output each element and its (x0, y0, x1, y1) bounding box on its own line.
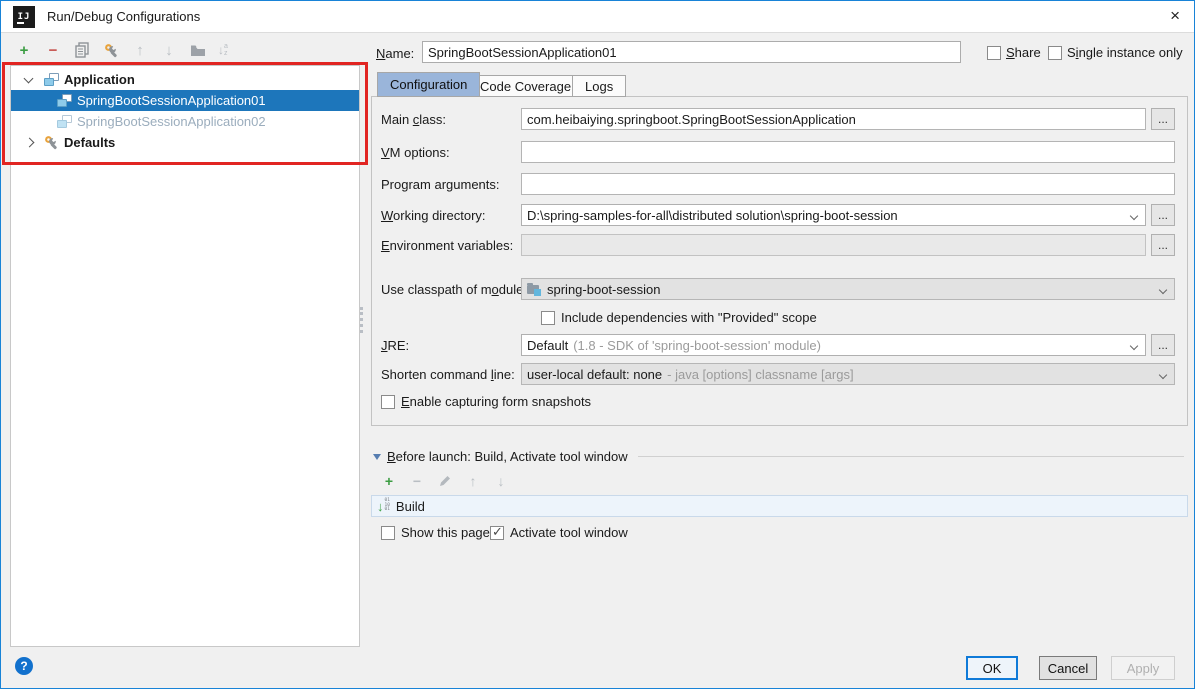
show-this-page-checkbox[interactable]: Show this page (381, 525, 490, 540)
add-configuration-button[interactable]: + (15, 41, 33, 59)
intellij-logo-icon: IJ (13, 6, 35, 28)
defaults-wrench-icon (43, 134, 60, 151)
application-run-config-icon (57, 94, 72, 107)
application-type-icon (44, 73, 59, 86)
chevron-right-icon[interactable] (25, 138, 35, 148)
edit-defaults-wrench-icon[interactable] (102, 41, 120, 59)
activate-tool-window-checkbox[interactable]: ✓ Activate tool window (490, 525, 628, 540)
tree-item-application[interactable]: Application (11, 69, 359, 90)
ok-button[interactable]: OK (966, 656, 1018, 680)
move-task-down-icon: ↓ (493, 473, 509, 489)
module-icon (527, 284, 541, 295)
copy-configuration-icon[interactable] (73, 41, 91, 59)
configurations-toolbar: + − ↑ ↓ ↓ (15, 41, 228, 59)
tab-logs[interactable]: Logs (572, 75, 626, 97)
tree-item-springbootsessionapplication02[interactable]: SpringBootSessionApplication02 (11, 111, 359, 132)
check-icon: ✓ (492, 524, 503, 540)
checkbox-box[interactable] (381, 395, 395, 409)
section-divider (638, 456, 1184, 457)
tree-item-label: SpringBootSessionApplication02 (77, 114, 266, 129)
checkbox-box[interactable]: ✓ (490, 526, 504, 540)
combo-chevron-icon[interactable] (1159, 371, 1167, 379)
folder-icon[interactable] (189, 41, 207, 59)
checkbox-box[interactable] (541, 311, 555, 325)
checkbox-box[interactable] (1048, 46, 1062, 60)
close-icon[interactable]: × (1170, 6, 1180, 26)
working-directory-combobox[interactable]: D:\spring-samples-for-all\distributed so… (521, 204, 1146, 226)
shorten-command-line-combobox[interactable]: user-local default: none- java [options]… (521, 363, 1175, 385)
tree-item-label: Application (64, 72, 135, 87)
jre-browse-button[interactable]: ... (1151, 334, 1175, 356)
dialog-title: Run/Debug Configurations (47, 9, 200, 24)
include-provided-scope-checkbox[interactable]: Include dependencies with "Provided" sco… (541, 310, 817, 325)
share-checkbox[interactable]: Share (987, 45, 1041, 60)
combo-chevron-icon[interactable] (1130, 212, 1138, 220)
remove-configuration-button[interactable]: − (44, 41, 62, 59)
use-classpath-combobox[interactable]: spring-boot-session (521, 278, 1175, 300)
apply-button: Apply (1111, 656, 1175, 680)
name-label: Name: (376, 46, 414, 61)
cancel-button[interactable]: Cancel (1039, 656, 1097, 680)
vm-options-label: VM options: (381, 145, 450, 160)
help-button[interactable]: ? (15, 657, 33, 675)
sort-configurations-icon: ↓ a z (218, 43, 228, 57)
environment-variables-label: Environment variables: (381, 238, 513, 253)
collapse-triangle-icon[interactable] (373, 454, 381, 460)
vm-options-input[interactable] (521, 141, 1175, 163)
before-launch-task-build[interactable]: ↓ 01 10 01 Build (371, 495, 1188, 517)
before-launch-section-header[interactable]: Before launch: Build, Activate tool wind… (373, 449, 1184, 464)
single-instance-only-checkbox[interactable]: Single instance only (1048, 45, 1183, 60)
configurations-tree: Application SpringBootSessionApplication… (10, 65, 360, 647)
program-arguments-label: Program arguments: (381, 177, 500, 192)
panel-splitter-handle[interactable] (360, 307, 363, 333)
jre-label: JRE: (381, 338, 409, 353)
remove-task-icon: − (409, 473, 425, 489)
main-class-browse-button[interactable]: ... (1151, 108, 1175, 130)
tab-code-coverage[interactable]: Code Coverage (467, 75, 584, 97)
task-label: Build (396, 499, 425, 514)
move-task-up-icon: ↑ (465, 473, 481, 489)
working-directory-label: Working directory: (381, 208, 486, 223)
move-down-icon: ↓ (160, 41, 178, 59)
use-classpath-label: Use classpath of module: (381, 282, 527, 297)
before-launch-toolbar: + − ↑ ↓ (381, 473, 509, 489)
tree-item-label: SpringBootSessionApplication01 (77, 93, 266, 108)
chevron-down-icon[interactable] (24, 73, 34, 83)
tree-item-springbootsessionapplication01[interactable]: SpringBootSessionApplication01 (11, 90, 359, 111)
run-debug-configurations-dialog: IJ Run/Debug Configurations × + − ↑ ↓ (0, 0, 1195, 689)
environment-variables-input[interactable] (521, 234, 1146, 256)
tab-configuration[interactable]: Configuration (377, 72, 480, 97)
jre-combobox[interactable]: Default(1.8 - SDK of 'spring-boot-sessio… (521, 334, 1146, 356)
main-class-label: Main class: (381, 112, 446, 127)
tree-item-defaults[interactable]: Defaults (11, 132, 359, 153)
title-bar: IJ Run/Debug Configurations × (1, 1, 1194, 33)
enable-form-snapshots-checkbox[interactable]: Enable capturing form snapshots (381, 394, 591, 409)
checkbox-box[interactable] (987, 46, 1001, 60)
program-arguments-input[interactable] (521, 173, 1175, 195)
shorten-command-line-label: Shorten command line: (381, 367, 515, 382)
tree-item-label: Defaults (64, 135, 115, 150)
move-up-icon: ↑ (131, 41, 149, 59)
main-class-input[interactable]: com.heibaiying.springboot.SpringBootSess… (521, 108, 1146, 130)
working-directory-browse-button[interactable]: ... (1151, 204, 1175, 226)
add-task-button[interactable]: + (381, 473, 397, 489)
application-run-config-icon (57, 115, 72, 128)
build-icon: ↓ 01 10 01 (377, 499, 390, 513)
checkbox-box[interactable] (381, 526, 395, 540)
edit-task-pencil-icon (437, 473, 453, 489)
combo-chevron-icon[interactable] (1130, 342, 1138, 350)
combo-chevron-icon[interactable] (1159, 286, 1167, 294)
environment-variables-browse-button[interactable]: ... (1151, 234, 1175, 256)
name-input[interactable] (422, 41, 961, 63)
